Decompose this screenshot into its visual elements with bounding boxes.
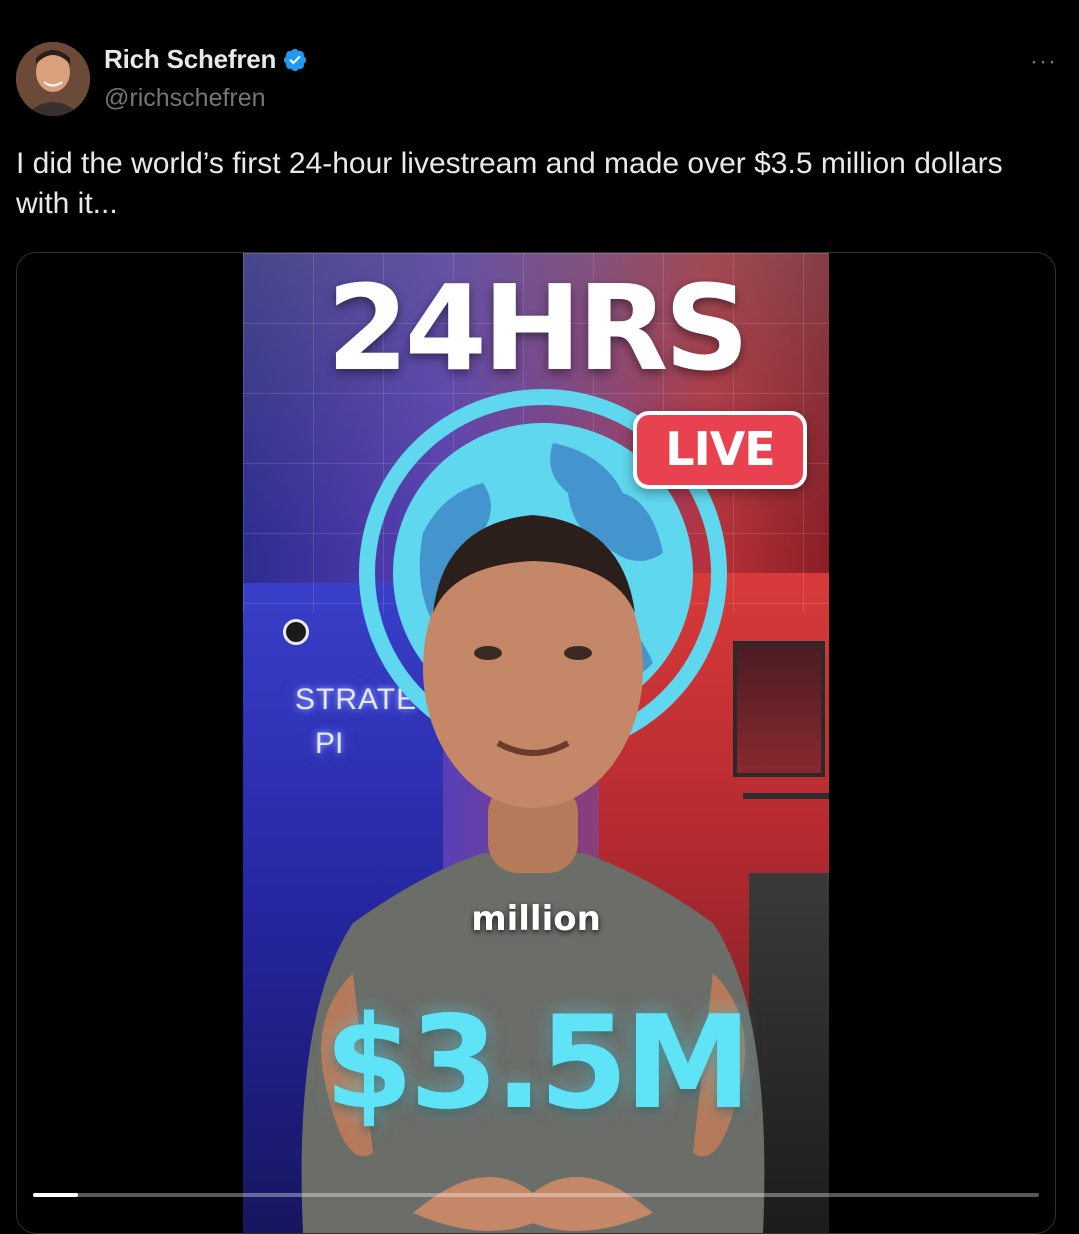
media-card[interactable]: STRATE PI 24HRS LIVE million $3.5M (16, 252, 1056, 1234)
avatar[interactable] (16, 42, 90, 116)
author-handle[interactable]: @richschefren (104, 84, 266, 113)
author-name-row[interactable]: Rich Schefren (104, 44, 308, 75)
more-horizontal-icon[interactable]: ··· (1030, 50, 1057, 74)
video-overlay-title: 24HRS (326, 259, 750, 397)
verified-badge-icon (282, 47, 308, 73)
author-display-name[interactable]: Rich Schefren (104, 44, 276, 75)
video-caption: million (471, 899, 601, 939)
video-progress-bar[interactable] (33, 1193, 1039, 1197)
avatar-photo (16, 42, 90, 116)
tweet-text: I did the world’s first 24-hour livestre… (16, 147, 1003, 220)
live-badge: LIVE (633, 411, 807, 489)
video-amount-overlay: $3.5M (324, 989, 751, 1138)
video-progress-fill (33, 1193, 79, 1197)
video-player[interactable]: STRATE PI 24HRS LIVE million $3.5M (243, 253, 829, 1233)
